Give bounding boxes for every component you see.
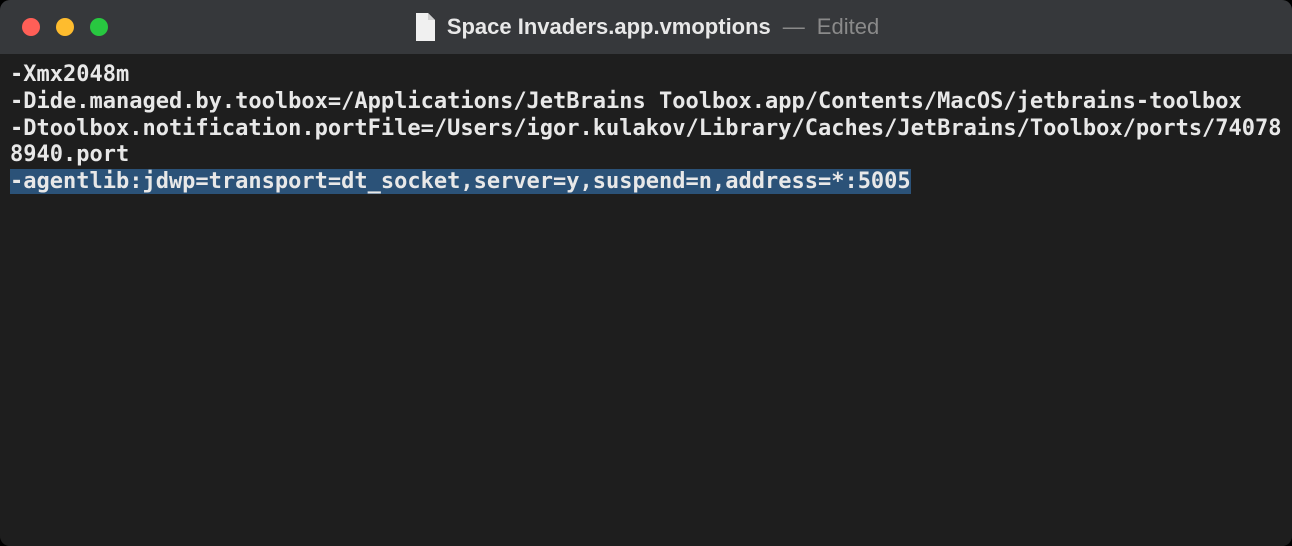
title-center: Space Invaders.app.vmoptions — Edited [0, 13, 1292, 41]
zoom-button[interactable] [90, 18, 108, 36]
text-editor[interactable]: -Xmx2048m-Dide.managed.by.toolbox=/Appli… [0, 54, 1292, 546]
window-title: Space Invaders.app.vmoptions [447, 14, 771, 40]
close-button[interactable] [22, 18, 40, 36]
editor-line[interactable]: -Dide.managed.by.toolbox=/Applications/J… [10, 89, 1282, 116]
traffic-lights [0, 18, 108, 36]
editor-line-selected[interactable]: -agentlib:jdwp=transport=dt_socket,serve… [10, 169, 911, 194]
titlebar[interactable]: Space Invaders.app.vmoptions — Edited [0, 0, 1292, 54]
file-icon [413, 13, 435, 41]
editor-line[interactable]: -Xmx2048m [10, 62, 1282, 89]
edited-status: Edited [817, 14, 879, 40]
editor-line[interactable]: -Dtoolbox.notification.portFile=/Users/i… [10, 116, 1282, 170]
editor-window: Space Invaders.app.vmoptions — Edited -X… [0, 0, 1292, 546]
minimize-button[interactable] [56, 18, 74, 36]
title-separator: — [783, 14, 805, 40]
